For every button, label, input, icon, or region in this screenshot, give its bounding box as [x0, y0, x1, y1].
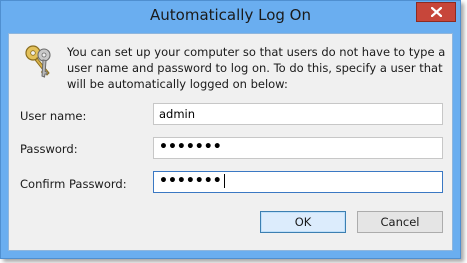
confirm-password-value: •••••••	[159, 173, 222, 189]
password-label: Password:	[20, 142, 78, 156]
cancel-button[interactable]: Cancel	[357, 211, 443, 233]
ok-button[interactable]: OK	[260, 211, 346, 233]
password-field[interactable]: •••••••	[153, 137, 443, 159]
close-button[interactable]	[416, 2, 456, 22]
title-bar[interactable]: Automatically Log On	[1, 1, 460, 33]
confirm-password-label: Confirm Password:	[20, 177, 127, 191]
confirm-password-field[interactable]: •••••••	[153, 171, 443, 193]
username-label: User name:	[20, 109, 87, 123]
window-title: Automatically Log On	[150, 6, 311, 24]
dialog-window: Automatically Log On You can set up your…	[0, 0, 461, 259]
dialog-body: You can set up your computer so that use…	[8, 33, 453, 251]
description-text: You can set up your computer so that use…	[67, 45, 446, 91]
close-icon	[431, 7, 442, 17]
keys-icon	[25, 45, 51, 78]
text-caret	[223, 174, 225, 188]
username-field[interactable]: admin	[153, 103, 443, 125]
